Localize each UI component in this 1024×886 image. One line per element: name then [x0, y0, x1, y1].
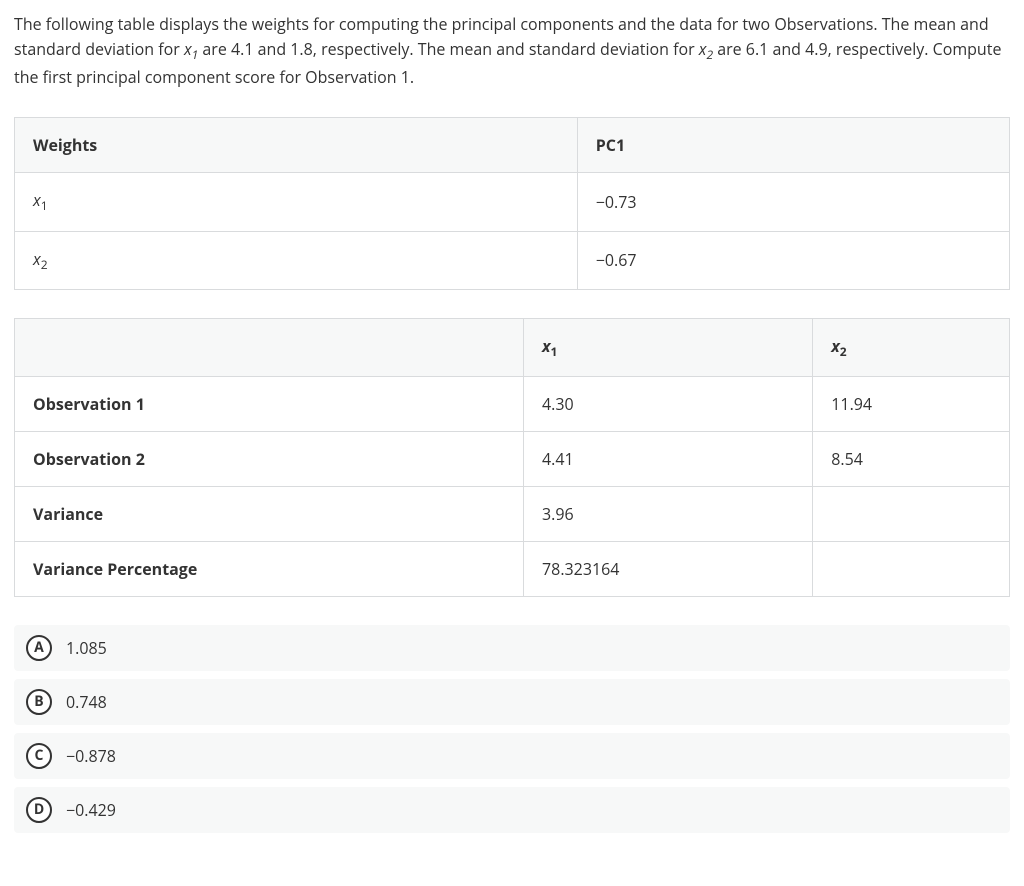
- obs2-x2: 8.54: [813, 431, 1010, 486]
- weights-x2-var: x: [33, 248, 41, 270]
- option-a-letter: A: [26, 635, 52, 661]
- option-c-text: −0.878: [66, 745, 116, 767]
- option-d-text: −0.429: [66, 799, 116, 821]
- weights-x2-sub: 2: [41, 256, 48, 273]
- data-header-x2-sub: 2: [840, 343, 847, 360]
- option-a-text: 1.085: [66, 637, 107, 659]
- weights-header-label: Weights: [15, 118, 578, 173]
- data-header-x1-sub: 1: [551, 343, 558, 360]
- question-text: The following table displays the weights…: [14, 12, 1010, 89]
- data-header-row: x1 x2: [15, 318, 1010, 376]
- option-c[interactable]: C −0.878: [14, 733, 1010, 779]
- variance-pct-label: Variance Percentage: [15, 541, 524, 596]
- obs1-x2: 11.94: [813, 376, 1010, 431]
- option-a[interactable]: A 1.085: [14, 625, 1010, 671]
- variance-x2: [813, 486, 1010, 541]
- weights-x1-var: x: [33, 189, 41, 211]
- q-part2: are 4.1 and 1.8, respectively. The mean …: [198, 38, 699, 60]
- obs2-label: Observation 2: [15, 431, 524, 486]
- option-c-letter: C: [26, 743, 52, 769]
- obs1-label: Observation 1: [15, 376, 524, 431]
- data-row-obs1: Observation 1 4.30 11.94: [15, 376, 1010, 431]
- data-row-variance-pct: Variance Percentage 78.323164: [15, 541, 1010, 596]
- variance-pct-x1: 78.323164: [524, 541, 813, 596]
- answer-options: A 1.085 B 0.748 C −0.878 D −0.429: [14, 625, 1010, 833]
- weights-x1-label: x1: [15, 173, 578, 231]
- weights-table: Weights PC1 x1 −0.73 x2 −0.67: [14, 117, 1010, 289]
- data-header-x2-var: x: [831, 335, 840, 357]
- weights-x2-label: x2: [15, 231, 578, 289]
- option-d[interactable]: D −0.429: [14, 787, 1010, 833]
- weights-header-row: Weights PC1: [15, 118, 1010, 173]
- option-b-text: 0.748: [66, 691, 107, 713]
- weights-row-x2: x2 −0.67: [15, 231, 1010, 289]
- option-b[interactable]: B 0.748: [14, 679, 1010, 725]
- data-header-blank: [15, 318, 524, 376]
- weights-x1-value: −0.73: [577, 173, 1009, 231]
- obs1-x1: 4.30: [524, 376, 813, 431]
- data-row-obs2: Observation 2 4.41 8.54: [15, 431, 1010, 486]
- data-table: x1 x2 Observation 1 4.30 11.94 Observati…: [14, 318, 1010, 597]
- option-d-letter: D: [26, 797, 52, 823]
- option-b-letter: B: [26, 689, 52, 715]
- weights-x1-sub: 1: [41, 198, 48, 215]
- variance-label: Variance: [15, 486, 524, 541]
- data-header-x1: x1: [524, 318, 813, 376]
- weights-x2-value: −0.67: [577, 231, 1009, 289]
- data-header-x2: x2: [813, 318, 1010, 376]
- weights-header-pc1: PC1: [577, 118, 1009, 173]
- weights-row-x1: x1 −0.73: [15, 173, 1010, 231]
- data-row-variance: Variance 3.96: [15, 486, 1010, 541]
- data-header-x1-var: x: [542, 335, 551, 357]
- obs2-x1: 4.41: [524, 431, 813, 486]
- variance-pct-x2: [813, 541, 1010, 596]
- q-var1: x: [184, 38, 192, 60]
- variance-x1: 3.96: [524, 486, 813, 541]
